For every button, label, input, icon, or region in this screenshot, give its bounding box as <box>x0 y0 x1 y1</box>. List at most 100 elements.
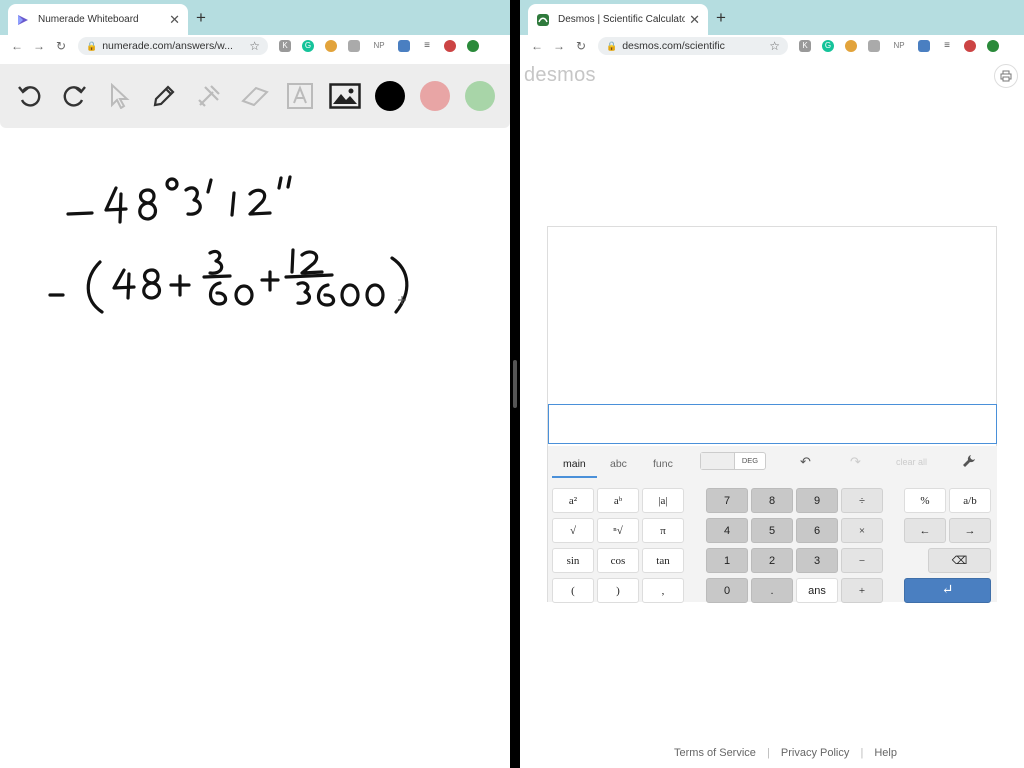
playlist-icon[interactable]: ≡ <box>941 40 953 52</box>
url-field[interactable]: 🔒 numerade.com/answers/w... ☆ <box>78 37 268 55</box>
key-left-arrow[interactable]: ← <box>904 518 946 543</box>
key-enter[interactable]: ↵ <box>904 578 991 603</box>
privacy-link[interactable]: Privacy Policy <box>781 747 849 759</box>
redo-icon[interactable]: ↷ <box>850 454 861 470</box>
print-icon[interactable] <box>994 64 1018 88</box>
text-tool-icon[interactable] <box>284 80 316 112</box>
footer-links: Terms of Service | Privacy Policy | Help <box>670 747 901 759</box>
close-tab-icon[interactable]: ✕ <box>689 12 700 28</box>
extension-k-icon[interactable]: K <box>799 40 811 52</box>
key-7[interactable]: 7 <box>706 488 748 513</box>
key-sqrt[interactable]: √ <box>552 518 594 543</box>
url-field[interactable]: 🔒 desmos.com/scientific ☆ <box>598 37 788 55</box>
key-square[interactable]: a² <box>552 488 594 513</box>
avatar[interactable] <box>964 40 976 52</box>
key-1[interactable]: 1 <box>706 548 748 573</box>
key-tan[interactable]: tan <box>642 548 684 573</box>
forward-icon[interactable]: → <box>548 39 570 53</box>
pointer-icon[interactable] <box>103 80 135 112</box>
help-link[interactable]: Help <box>874 747 897 759</box>
key-plus[interactable]: + <box>841 578 883 603</box>
address-bar: ← → ↻ 🔒 numerade.com/answers/w... ☆ K G … <box>0 35 510 57</box>
terms-link[interactable]: Terms of Service <box>674 747 756 759</box>
reload-icon[interactable]: ↻ <box>570 39 592 53</box>
key-comma[interactable]: , <box>642 578 684 603</box>
split-view-handle[interactable] <box>513 360 517 408</box>
redo-icon[interactable] <box>58 80 90 112</box>
url-text: numerade.com/answers/w... <box>102 40 233 52</box>
key-2[interactable]: 2 <box>751 548 793 573</box>
extension-k-icon[interactable]: K <box>279 40 291 52</box>
key-backspace[interactable]: ⌫ <box>928 548 991 573</box>
bookmark-star-icon[interactable]: ☆ <box>249 39 260 53</box>
tab-func[interactable]: func <box>653 458 673 470</box>
back-icon[interactable]: ← <box>6 39 28 53</box>
eraser-icon[interactable] <box>239 80 271 112</box>
reload-icon[interactable]: ↻ <box>50 39 72 53</box>
extension-orange-icon[interactable] <box>325 40 337 52</box>
key-0[interactable]: 0 <box>706 578 748 603</box>
key-decimal[interactable]: . <box>751 578 793 603</box>
key-3[interactable]: 3 <box>796 548 838 573</box>
pen-icon[interactable] <box>148 80 180 112</box>
key-5[interactable]: 5 <box>751 518 793 543</box>
extension-green-icon[interactable] <box>467 40 479 52</box>
camera-icon[interactable] <box>918 40 930 52</box>
tab-numerade[interactable]: Numerade Whiteboard ✕ <box>8 4 188 35</box>
key-power[interactable]: aᵇ <box>597 488 639 513</box>
new-tab-icon[interactable]: + <box>716 9 726 26</box>
key-fraction[interactable]: a/b <box>949 488 991 513</box>
key-ans[interactable]: ans <box>796 578 838 603</box>
key-abs[interactable]: |a| <box>642 488 684 513</box>
avatar[interactable] <box>444 40 456 52</box>
desmos-logo: desmos <box>524 64 596 86</box>
undo-icon[interactable] <box>14 80 46 112</box>
key-percent[interactable]: % <box>904 488 946 513</box>
image-icon[interactable] <box>329 80 361 112</box>
key-4[interactable]: 4 <box>706 518 748 543</box>
key-right-arrow[interactable]: → <box>949 518 991 543</box>
key-close-paren[interactable]: ) <box>597 578 639 603</box>
forward-icon[interactable]: → <box>28 39 50 53</box>
settings-wrench-icon[interactable] <box>962 454 976 471</box>
key-nth-root[interactable]: ⁿ√ <box>597 518 639 543</box>
extension-np-icon[interactable]: NP <box>891 40 907 52</box>
whiteboard-canvas[interactable] <box>0 130 510 768</box>
playlist-icon[interactable]: ≡ <box>421 40 433 52</box>
camera-icon[interactable] <box>398 40 410 52</box>
key-9[interactable]: 9 <box>796 488 838 513</box>
tools-icon[interactable] <box>193 80 225 112</box>
key-pi[interactable]: π <box>642 518 684 543</box>
extension-green-icon[interactable] <box>987 40 999 52</box>
bookmark-star-icon[interactable]: ☆ <box>769 39 780 53</box>
grammarly-icon[interactable]: G <box>822 40 834 52</box>
key-sin[interactable]: sin <box>552 548 594 573</box>
color-black-swatch[interactable] <box>374 80 406 112</box>
grammarly-icon[interactable]: G <box>302 40 314 52</box>
shield-icon[interactable] <box>348 40 360 52</box>
key-multiply[interactable]: × <box>841 518 883 543</box>
back-icon[interactable]: ← <box>526 39 548 53</box>
undo-icon[interactable]: ↶ <box>800 454 811 470</box>
angle-mode-toggle[interactable]: DEG <box>700 452 766 470</box>
color-pink-swatch[interactable] <box>419 80 451 112</box>
new-tab-icon[interactable]: + <box>196 9 206 26</box>
key-open-paren[interactable]: ( <box>552 578 594 603</box>
key-6[interactable]: 6 <box>796 518 838 543</box>
key-divide[interactable]: ÷ <box>841 488 883 513</box>
clear-all-button[interactable]: clear all <box>896 457 927 467</box>
close-tab-icon[interactable]: ✕ <box>169 12 180 28</box>
color-green-swatch[interactable] <box>464 80 496 112</box>
tab-desmos[interactable]: Desmos | Scientific Calculator ✕ <box>528 4 708 35</box>
key-8[interactable]: 8 <box>751 488 793 513</box>
tab-main[interactable]: main <box>563 458 586 470</box>
key-minus[interactable]: − <box>841 548 883 573</box>
whiteboard-window: Numerade Whiteboard ✕ + ← → ↻ 🔒 numerade… <box>0 0 510 768</box>
active-tab-indicator <box>552 476 597 478</box>
shield-icon[interactable] <box>868 40 880 52</box>
extension-np-icon[interactable]: NP <box>371 40 387 52</box>
tab-abc[interactable]: abc <box>610 458 627 470</box>
key-cos[interactable]: cos <box>597 548 639 573</box>
expression-input[interactable] <box>548 404 997 444</box>
extension-orange-icon[interactable] <box>845 40 857 52</box>
